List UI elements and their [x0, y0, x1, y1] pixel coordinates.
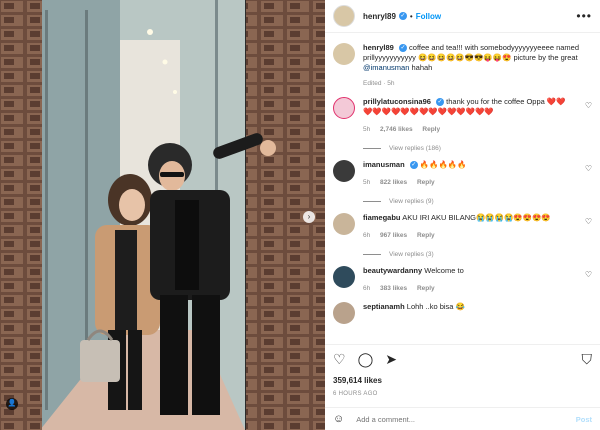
comment-likes[interactable]: 967 likes	[380, 232, 407, 239]
view-replies-label: View replies (186)	[389, 145, 441, 152]
caption-text: coffee and tea!!! with somebodyyyyyyyeee…	[363, 43, 580, 62]
comment-text: 🔥🔥🔥🔥🔥	[419, 160, 467, 169]
caption-meta: Edited · 5h	[363, 80, 395, 87]
action-bar: ♡ ◯ ➤ ⛉	[325, 344, 600, 374]
comment-likes[interactable]: 822 likes	[380, 179, 407, 186]
verified-badge-icon: ✓	[398, 44, 407, 53]
reply-button[interactable]: Reply	[417, 285, 435, 292]
share-icon[interactable]: ➤	[385, 351, 397, 368]
reply-button[interactable]: Reply	[417, 232, 435, 239]
comment-meta: 5h 822 likes Reply	[363, 178, 573, 188]
reply-button[interactable]: Reply	[417, 179, 435, 186]
comment-meta: 5h 2,746 likes Reply	[363, 125, 573, 135]
heart-icon[interactable]: ♡	[585, 270, 592, 279]
caption-tail: hahah	[411, 63, 433, 72]
comment-likes[interactable]: 383 likes	[380, 285, 407, 292]
comment-time: 6h	[363, 232, 371, 239]
view-replies-button[interactable]: View replies (9)	[363, 198, 600, 205]
comment-username[interactable]: prillylatuconsina96	[363, 97, 431, 106]
reply-button[interactable]: Reply	[422, 126, 440, 133]
divider	[363, 253, 381, 255]
comment-time: 5h	[363, 179, 371, 186]
next-photo-button[interactable]: ›	[303, 211, 315, 223]
heart-icon[interactable]: ♡	[333, 351, 346, 368]
heart-icon[interactable]: ♡	[585, 164, 592, 173]
view-replies-label: View replies (3)	[389, 251, 434, 258]
comment-avatar[interactable]	[333, 160, 355, 182]
caption-username[interactable]: henryl89	[363, 43, 394, 52]
comment-likes[interactable]: 2,746 likes	[380, 126, 413, 133]
add-comment-input[interactable]	[354, 413, 559, 425]
likes-count[interactable]: 359,614 likes	[333, 376, 382, 385]
comment-username[interactable]: beautywardanny	[363, 266, 422, 275]
caption-mention-link[interactable]: @imanusman	[363, 63, 409, 72]
separator-dot: •	[409, 11, 413, 21]
comment-item: fiamegabu AKU IRI AKU BILANG😭😭😭😭😍😍😍😍 6h …	[325, 205, 600, 241]
caption-avatar[interactable]	[333, 43, 355, 65]
author-avatar[interactable]	[333, 5, 355, 27]
comment-username[interactable]: fiamegabu	[363, 213, 401, 222]
view-replies-button[interactable]: View replies (3)	[363, 251, 600, 258]
emoji-icon[interactable]: ☺	[333, 413, 344, 425]
comment-avatar[interactable]	[333, 266, 355, 288]
comment-item: septianamh Lohh ..ko bisa 😂	[325, 294, 600, 324]
author-username[interactable]: henryl89	[363, 12, 396, 21]
comment-time: 6h	[363, 285, 371, 292]
comment-avatar[interactable]	[333, 213, 355, 235]
comment-meta: 6h 383 likes Reply	[363, 284, 573, 294]
photo-illustration	[0, 0, 325, 430]
user-tag-icon: 👤	[7, 400, 17, 407]
comment-username[interactable]: imanusman	[363, 160, 405, 169]
comment-item: beautywardanny Welcome to 6h 383 likes R…	[325, 258, 600, 294]
view-replies-label: View replies (9)	[389, 198, 434, 205]
comments-list[interactable]: henryl89 ✓ coffee and tea!!! with somebo…	[325, 33, 600, 343]
heart-icon[interactable]: ♡	[585, 101, 592, 110]
comment-item: imanusman ✓ 🔥🔥🔥🔥🔥 5h 822 likes Reply ♡	[325, 152, 600, 188]
post-side-panel: henryl89 ✓ • Follow ••• henryl89 ✓ coffe…	[325, 0, 600, 430]
comment-username[interactable]: septianamh	[363, 302, 405, 311]
comment-item: prillylatuconsina96 ✓ thank you for the …	[325, 89, 600, 135]
comment-text: Welcome to	[424, 266, 464, 275]
chevron-right-icon: ›	[307, 212, 311, 221]
user-tag-button[interactable]: 👤	[6, 398, 18, 410]
add-comment-bar: ☺ Post	[325, 407, 600, 430]
divider	[363, 147, 381, 149]
comment-time: 5h	[363, 126, 371, 133]
instagram-post-modal: › 👤 henryl89 ✓ • Follow ••• henryl89 ✓ c…	[0, 0, 600, 430]
divider	[363, 200, 381, 202]
comment-avatar[interactable]	[333, 97, 355, 119]
comment-body: septianamh Lohh ..ko bisa 😂	[363, 302, 573, 324]
follow-button[interactable]: Follow	[416, 12, 441, 21]
comment-body: prillylatuconsina96 ✓ thank you for the …	[363, 97, 573, 135]
comment-avatar[interactable]	[333, 302, 355, 324]
comment-icon[interactable]: ◯	[358, 351, 374, 368]
caption: henryl89 ✓ coffee and tea!!! with somebo…	[325, 33, 600, 89]
heart-icon[interactable]: ♡	[585, 217, 592, 226]
comment-text: AKU IRI AKU BILANG😭😭😭😭😍😍😍😍	[402, 213, 551, 222]
bookmark-icon[interactable]: ⛉	[582, 351, 593, 368]
comment-body: fiamegabu AKU IRI AKU BILANG😭😭😭😭😍😍😍😍 6h …	[363, 213, 573, 241]
verified-badge-icon: ✓	[436, 98, 445, 107]
comment-body: beautywardanny Welcome to 6h 383 likes R…	[363, 266, 573, 294]
verified-badge-icon: ✓	[409, 161, 418, 170]
verified-badge-icon: ✓	[398, 12, 407, 20]
view-replies-button[interactable]: View replies (186)	[363, 145, 600, 152]
post-photo[interactable]: › 👤	[0, 0, 325, 430]
more-options-button[interactable]: •••	[576, 9, 592, 23]
comment-meta: 6h 967 likes Reply	[363, 231, 573, 241]
post-comment-button[interactable]: Post	[576, 415, 592, 424]
post-header: henryl89 ✓ • Follow •••	[325, 0, 600, 33]
post-time: 6 HOURS AGO	[333, 391, 378, 397]
caption-body: henryl89 ✓ coffee and tea!!! with somebo…	[363, 43, 583, 89]
comment-body: imanusman ✓ 🔥🔥🔥🔥🔥 5h 822 likes Reply	[363, 160, 573, 188]
comment-text: Lohh ..ko bisa 😂	[406, 302, 465, 311]
